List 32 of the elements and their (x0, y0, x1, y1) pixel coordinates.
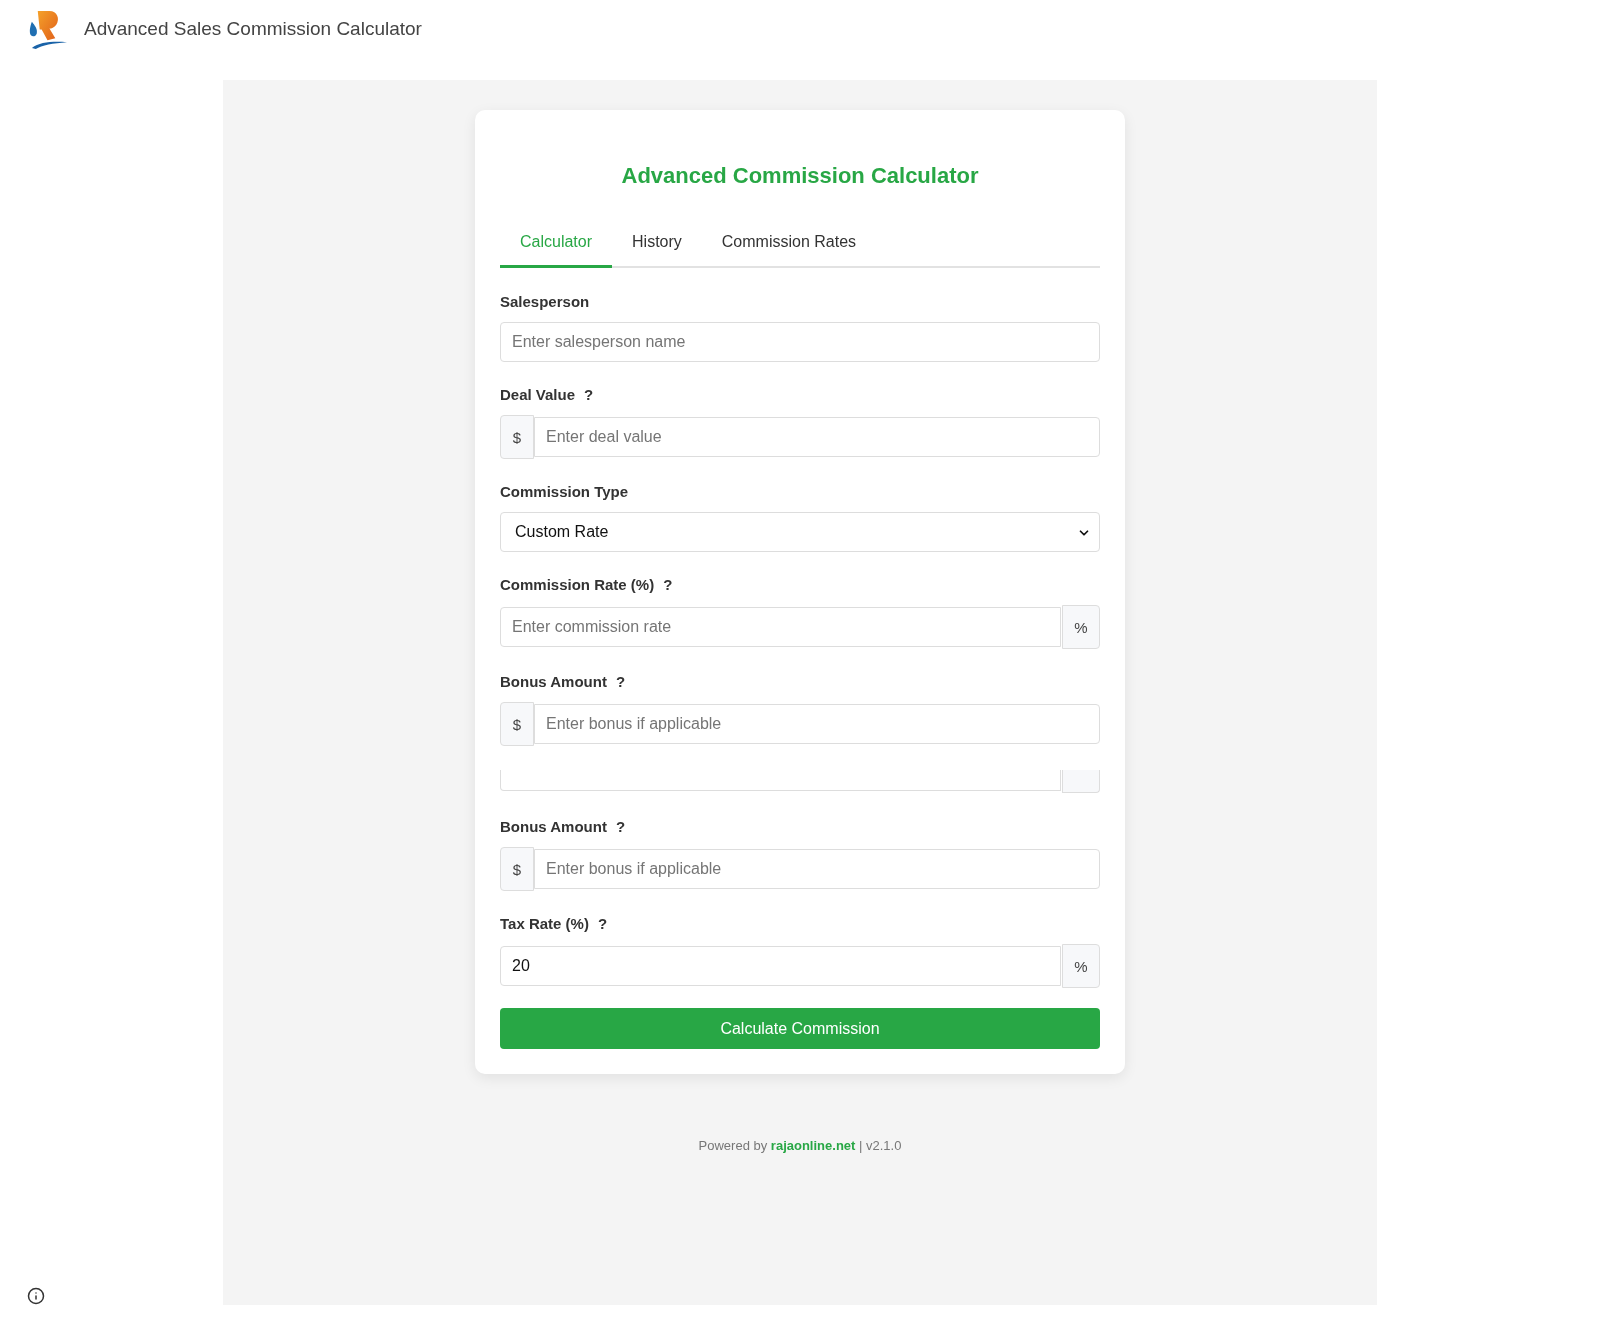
field-label: Commission Rate (%) (500, 576, 655, 594)
footer-text: Powered by rajaonline.net | v2.1.0 (698, 1138, 902, 1154)
input-field-fragment[interactable] (500, 770, 1061, 791)
input-field[interactable]: Enter bonus if applicable (534, 849, 1100, 889)
help-question-mark[interactable]: ? (663, 576, 673, 594)
logo-icon (28, 9, 67, 49)
field-label: Bonus Amount (500, 673, 607, 691)
help-question-mark[interactable]: ? (615, 673, 626, 691)
dollar-sign-addon: $ (500, 702, 534, 746)
help-question-mark[interactable]: ? (597, 915, 608, 933)
field-label: Deal Value (500, 386, 576, 404)
help-question-mark[interactable]: ? (584, 386, 594, 404)
field-label: Tax Rate (%) (500, 915, 589, 933)
help-question-mark[interactable]: ? (615, 818, 626, 836)
card-title: Advanced Commission Calculator (620, 162, 980, 189)
app-title: Advanced Sales Commission Calculator (84, 18, 422, 40)
tab[interactable]: Commission Rates (701, 220, 877, 268)
field-label: Salesperson (500, 293, 590, 311)
tab[interactable]: History (612, 220, 702, 268)
input-field[interactable]: 20 (500, 946, 1061, 986)
dollar-sign-addon: $ (500, 415, 534, 459)
percent-sign-addon: % (1062, 944, 1100, 988)
field-label: Bonus Amount (500, 818, 607, 836)
percent-sign-addon: % (1062, 605, 1100, 649)
input-field[interactable]: Enter salesperson name (500, 322, 1100, 362)
input-field[interactable]: Enter deal value (534, 417, 1100, 457)
select-field[interactable]: Custom Rate (500, 512, 1100, 552)
input-field[interactable]: Enter commission rate (500, 607, 1061, 647)
field-label: Commission Type (500, 483, 629, 501)
input-field[interactable]: Enter bonus if applicable (534, 704, 1100, 744)
info-icon[interactable] (27, 1287, 45, 1305)
dollar-sign-addon: $ (500, 847, 534, 891)
